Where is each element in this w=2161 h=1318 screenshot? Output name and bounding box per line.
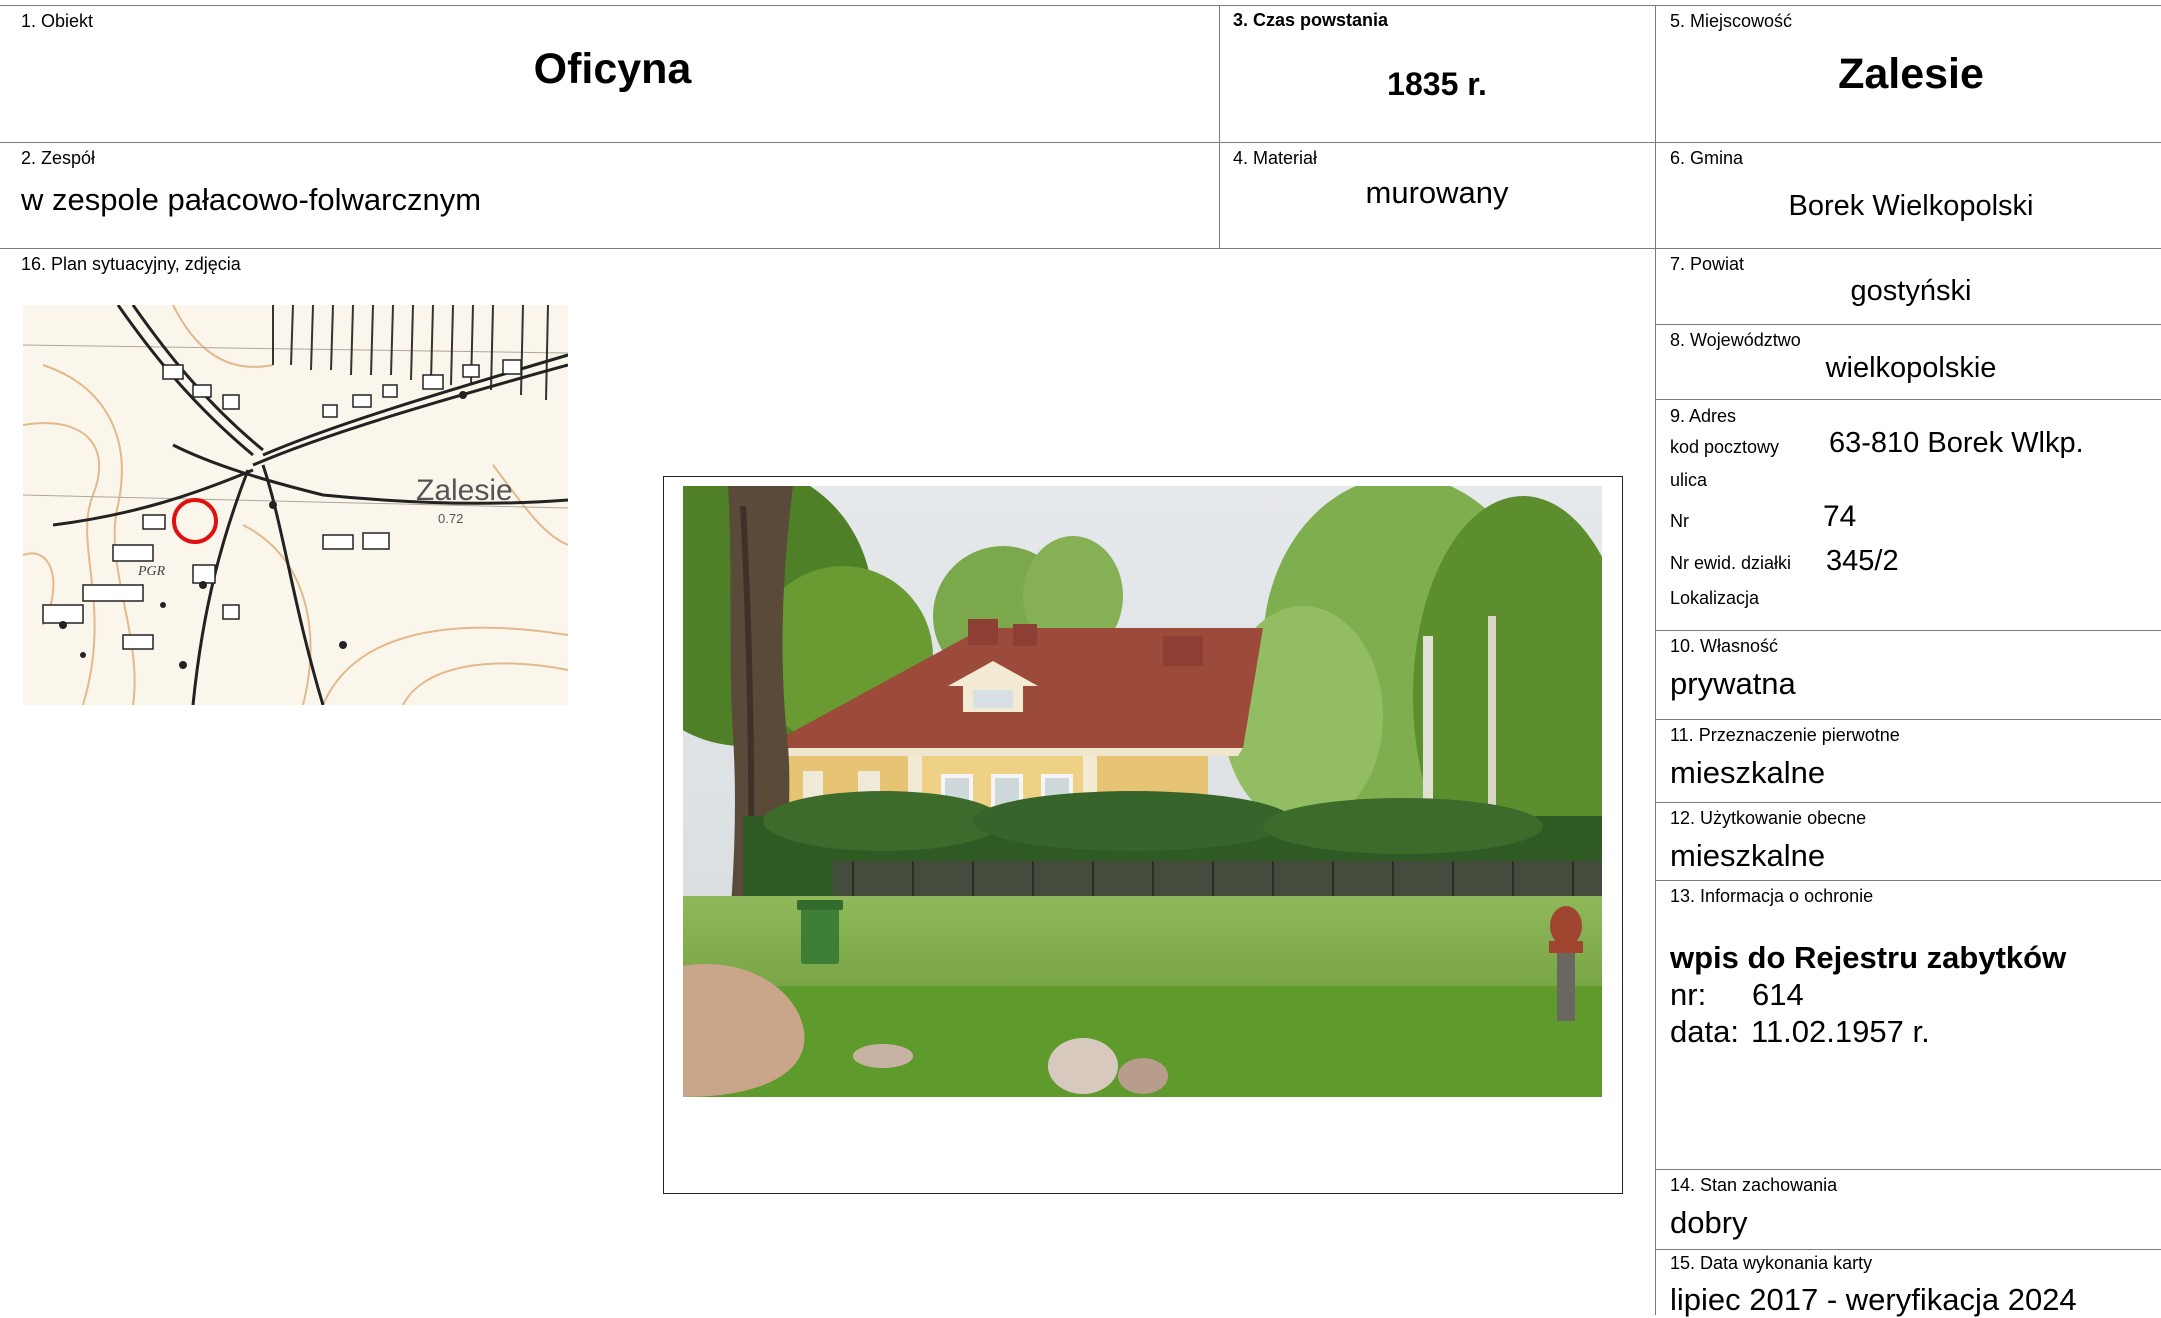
map-scale-label: 0.72: [438, 511, 463, 526]
nr-label: Nr: [1670, 511, 1689, 531]
gmina-label: 6. Gmina: [1670, 148, 1744, 168]
czas-label: 3. Czas powstania: [1233, 10, 1389, 30]
obiekt-value: Oficyna: [533, 45, 692, 93]
kod-value: 63-810 Borek Wlkp.: [1829, 427, 2084, 459]
data-karty-value: lipiec 2017 - weryfikacja 2024: [1670, 1282, 2077, 1317]
material-value: murowany: [1365, 175, 1509, 210]
obiekt-label: 1. Obiekt: [21, 11, 94, 31]
ochrona-label: 13. Informacja o ochronie: [1670, 886, 1874, 906]
ochrona-nr-label: nr:: [1670, 977, 1707, 1012]
material-label: 4. Materiał: [1233, 148, 1318, 168]
adres-label: 9. Adres: [1670, 406, 1737, 426]
uzytkowanie-label: 12. Użytkowanie obecne: [1670, 808, 1867, 828]
zespol-label: 2. Zespół: [21, 148, 96, 168]
lokalizacja-label: Lokalizacja: [1670, 588, 1760, 608]
photo-frame: [663, 476, 1623, 1194]
zespol-value: w zespole pałacowo-folwarcznym: [21, 182, 482, 217]
nr-value: 74: [1823, 500, 1857, 533]
gmina-value: Borek Wielkopolski: [1788, 190, 2034, 222]
building-photo: [683, 486, 1602, 1097]
ulica-label: ulica: [1670, 470, 1708, 490]
ochrona-title: wpis do Rejestru zabytków: [1670, 940, 2067, 975]
ochrona-data-value: 11.02.1957 r.: [1751, 1014, 1930, 1049]
dzialka-label: Nr ewid. działki: [1670, 553, 1792, 573]
miejscowosc-value: Zalesie: [1838, 50, 1984, 98]
przeznaczenie-label: 11. Przeznaczenie pierwotne: [1670, 725, 1900, 745]
map-place-label: Zalesie: [416, 474, 513, 507]
wojewodztwo-value: wielkopolskie: [1825, 352, 1997, 384]
ochrona-data-label: data:: [1670, 1014, 1739, 1049]
plan-label: 16. Plan sytuacyjny, zdjęcia: [21, 254, 241, 274]
powiat-label: 7. Powiat: [1670, 254, 1745, 274]
situation-map: Zalesie 0.72 PGR: [23, 305, 568, 705]
miejscowosc-label: 5. Miejscowość: [1670, 11, 1793, 31]
powiat-value: gostyński: [1850, 275, 1972, 307]
stan-label: 14. Stan zachowania: [1670, 1175, 1838, 1195]
przeznaczenie-value: mieszkalne: [1670, 755, 1826, 790]
stan-value: dobry: [1670, 1205, 1748, 1240]
wlasnosc-value: prywatna: [1670, 666, 1796, 701]
czas-value: 1835 r.: [1387, 66, 1487, 102]
uzytkowanie-value: mieszkalne: [1670, 838, 1826, 873]
dzialka-value: 345/2: [1826, 545, 1899, 577]
map-pgr-label: PGR: [137, 564, 166, 579]
data-karty-label: 15. Data wykonania karty: [1670, 1253, 1873, 1273]
wojewodztwo-label: 8. Województwo: [1670, 330, 1801, 350]
kod-label: kod pocztowy: [1670, 437, 1780, 457]
wlasnosc-label: 10. Własność: [1670, 636, 1779, 656]
ochrona-nr-value: 614: [1752, 977, 1804, 1012]
